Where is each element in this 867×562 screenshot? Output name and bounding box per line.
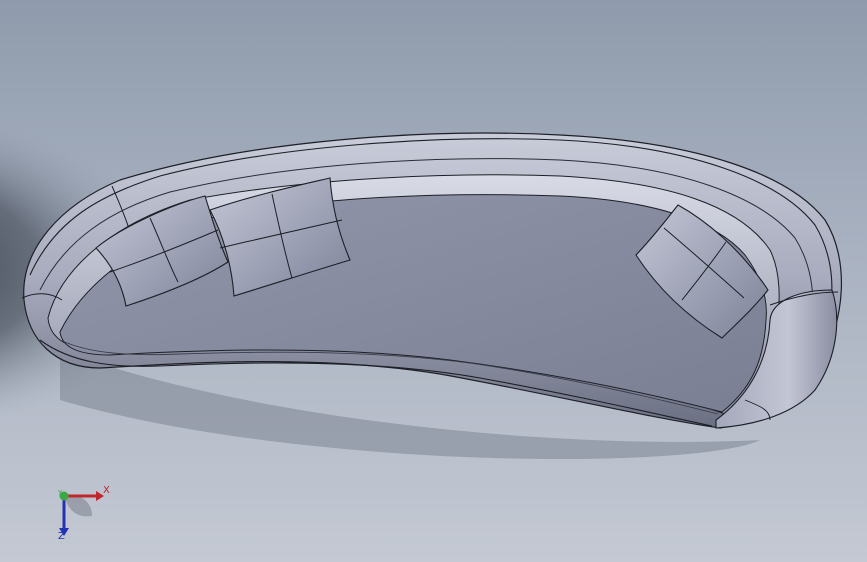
- y-axis-label: Y: [58, 489, 63, 497]
- z-axis-label: Z: [58, 531, 65, 542]
- graphics-viewport[interactable]: X Y Z: [0, 0, 867, 562]
- x-axis-label: X: [103, 485, 110, 496]
- sofa-model[interactable]: [0, 0, 867, 562]
- coordinate-triad: X Y Z: [44, 482, 116, 546]
